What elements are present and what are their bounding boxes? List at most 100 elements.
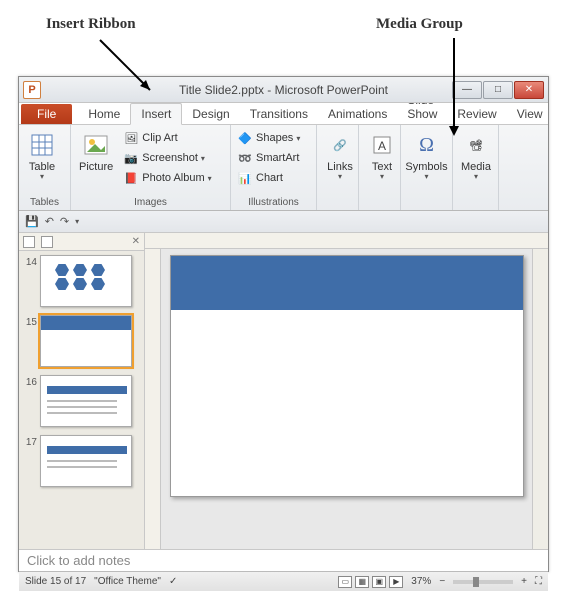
thumb-num-14: 14: [21, 255, 37, 268]
minimize-button[interactable]: —: [452, 81, 482, 99]
thumb-row[interactable]: 15: [21, 315, 142, 367]
ruler-horizontal: [145, 233, 548, 249]
tab-design[interactable]: Design: [182, 104, 239, 124]
group-text: A Text: [359, 125, 401, 210]
thumb-row[interactable]: 17: [21, 435, 142, 487]
panel-tabstrip: ✕: [19, 233, 144, 251]
view-sorter-icon[interactable]: ▦: [355, 576, 369, 588]
window-title: Title Slide2.pptx - Microsoft PowerPoint: [179, 83, 388, 97]
links-button[interactable]: 🔗 Links: [321, 129, 359, 184]
symbols-label: Symbols: [405, 161, 447, 182]
table-button[interactable]: Table: [23, 129, 61, 184]
picture-label: Picture: [79, 161, 113, 173]
tab-animations[interactable]: Animations: [318, 104, 397, 124]
thumb-15[interactable]: [40, 315, 132, 367]
zoom-slider[interactable]: [453, 580, 513, 584]
save-icon[interactable]: 💾: [25, 215, 39, 228]
view-reading-icon[interactable]: ▣: [372, 576, 386, 588]
table-icon: [28, 131, 56, 159]
canvas-area[interactable]: [161, 249, 532, 549]
statusbar: Slide 15 of 17 "Office Theme" ✓ ▭ ▦ ▣ ▶ …: [19, 571, 548, 591]
editor: [145, 233, 548, 549]
chart-button[interactable]: 📊Chart: [235, 169, 302, 187]
photoalbum-label: Photo Album: [142, 172, 204, 184]
qat-dropdown-icon[interactable]: ▾: [75, 217, 79, 226]
smartart-label: SmartArt: [256, 152, 299, 164]
clipart-button[interactable]: 🖼Clip Art: [121, 129, 213, 147]
view-slideshow-icon[interactable]: ▶: [389, 576, 403, 588]
screenshot-icon: 📷: [123, 150, 139, 166]
view-buttons: ▭ ▦ ▣ ▶: [338, 576, 403, 588]
tab-file[interactable]: File: [21, 104, 72, 124]
quick-access-row: 💾 ↶ ↷ ▾: [19, 211, 548, 233]
zoom-level[interactable]: 37%: [411, 576, 431, 587]
outline-tab-icon[interactable]: [41, 236, 53, 248]
slide-canvas[interactable]: [170, 255, 524, 497]
photoalbum-button[interactable]: 📕Photo Album ▾: [121, 169, 213, 187]
group-label-symbols: [405, 207, 448, 209]
undo-icon[interactable]: ↶: [45, 215, 54, 228]
tab-transitions[interactable]: Transitions: [240, 104, 318, 124]
photoalbum-icon: 📕: [123, 170, 139, 186]
textbox-icon: A: [368, 131, 396, 159]
panel-close-icon[interactable]: ✕: [132, 236, 140, 247]
thumb-14[interactable]: [40, 255, 132, 307]
tab-insert[interactable]: Insert: [130, 103, 182, 125]
ribbon-tabs: File Home Insert Design Transitions Anim…: [19, 103, 548, 125]
app-window: P Title Slide2.pptx - Microsoft PowerPoi…: [18, 76, 549, 572]
chart-icon: 📊: [237, 170, 253, 186]
maximize-button[interactable]: □: [483, 81, 513, 99]
group-label-media: [457, 207, 494, 209]
thumb-num-17: 17: [21, 435, 37, 448]
thumb-row[interactable]: 14: [21, 255, 142, 307]
group-media: 📽 Media: [453, 125, 499, 210]
slides-tab-icon[interactable]: [23, 236, 35, 248]
hyperlink-icon: 🔗: [326, 131, 354, 159]
edit-body: [145, 249, 548, 549]
group-symbols: Ω Symbols: [401, 125, 453, 210]
workspace: ✕ 14 15 16: [19, 233, 548, 549]
spellcheck-icon[interactable]: ✓: [169, 576, 177, 587]
shapes-button[interactable]: 🔷Shapes ▾: [235, 129, 302, 147]
smartart-button[interactable]: ➿SmartArt: [235, 149, 302, 167]
svg-text:A: A: [378, 139, 386, 153]
table-label: Table: [29, 161, 55, 182]
tab-view[interactable]: View: [507, 104, 553, 124]
shapes-label: Shapes: [256, 132, 293, 144]
notes-pane[interactable]: Click to add notes: [19, 549, 548, 571]
slide-title-placeholder[interactable]: [171, 256, 523, 310]
media-button[interactable]: 📽 Media: [457, 129, 495, 184]
group-label-tables: Tables: [23, 196, 66, 209]
zoom-in-icon[interactable]: +: [521, 576, 527, 587]
scrollbar-vertical[interactable]: [532, 249, 548, 549]
thumb-num-16: 16: [21, 375, 37, 388]
text-button[interactable]: A Text: [363, 129, 401, 184]
close-button[interactable]: ✕: [514, 81, 544, 99]
media-label: Media: [461, 161, 491, 182]
tab-review[interactable]: Review: [447, 104, 506, 124]
app-icon: P: [23, 81, 41, 99]
group-tables: Table Tables: [19, 125, 71, 210]
screenshot-button[interactable]: 📷Screenshot ▾: [121, 149, 213, 167]
thumb-num-15: 15: [21, 315, 37, 328]
picture-button[interactable]: Picture: [75, 129, 117, 175]
group-label-illustrations: Illustrations: [235, 196, 312, 209]
zoom-out-icon[interactable]: −: [439, 576, 445, 587]
thumb-16[interactable]: [40, 375, 132, 427]
symbols-button[interactable]: Ω Symbols: [405, 129, 448, 184]
group-label-images: Images: [75, 196, 226, 209]
thumb-17[interactable]: [40, 435, 132, 487]
omega-icon: Ω: [413, 131, 441, 159]
group-illustrations: 🔷Shapes ▾ ➿SmartArt 📊Chart Illustrations: [231, 125, 317, 210]
redo-icon[interactable]: ↷: [60, 215, 69, 228]
tab-home[interactable]: Home: [78, 104, 130, 124]
screenshot-label: Screenshot: [142, 152, 198, 164]
annotation-media-group: Media Group: [376, 16, 463, 33]
view-normal-icon[interactable]: ▭: [338, 576, 352, 588]
shapes-icon: 🔷: [237, 130, 253, 146]
clipart-icon: 🖼: [123, 130, 139, 146]
clipart-label: Clip Art: [142, 132, 177, 144]
ruler-vertical: [145, 249, 161, 549]
thumb-row[interactable]: 16: [21, 375, 142, 427]
fit-icon[interactable]: ⛶: [535, 576, 542, 587]
